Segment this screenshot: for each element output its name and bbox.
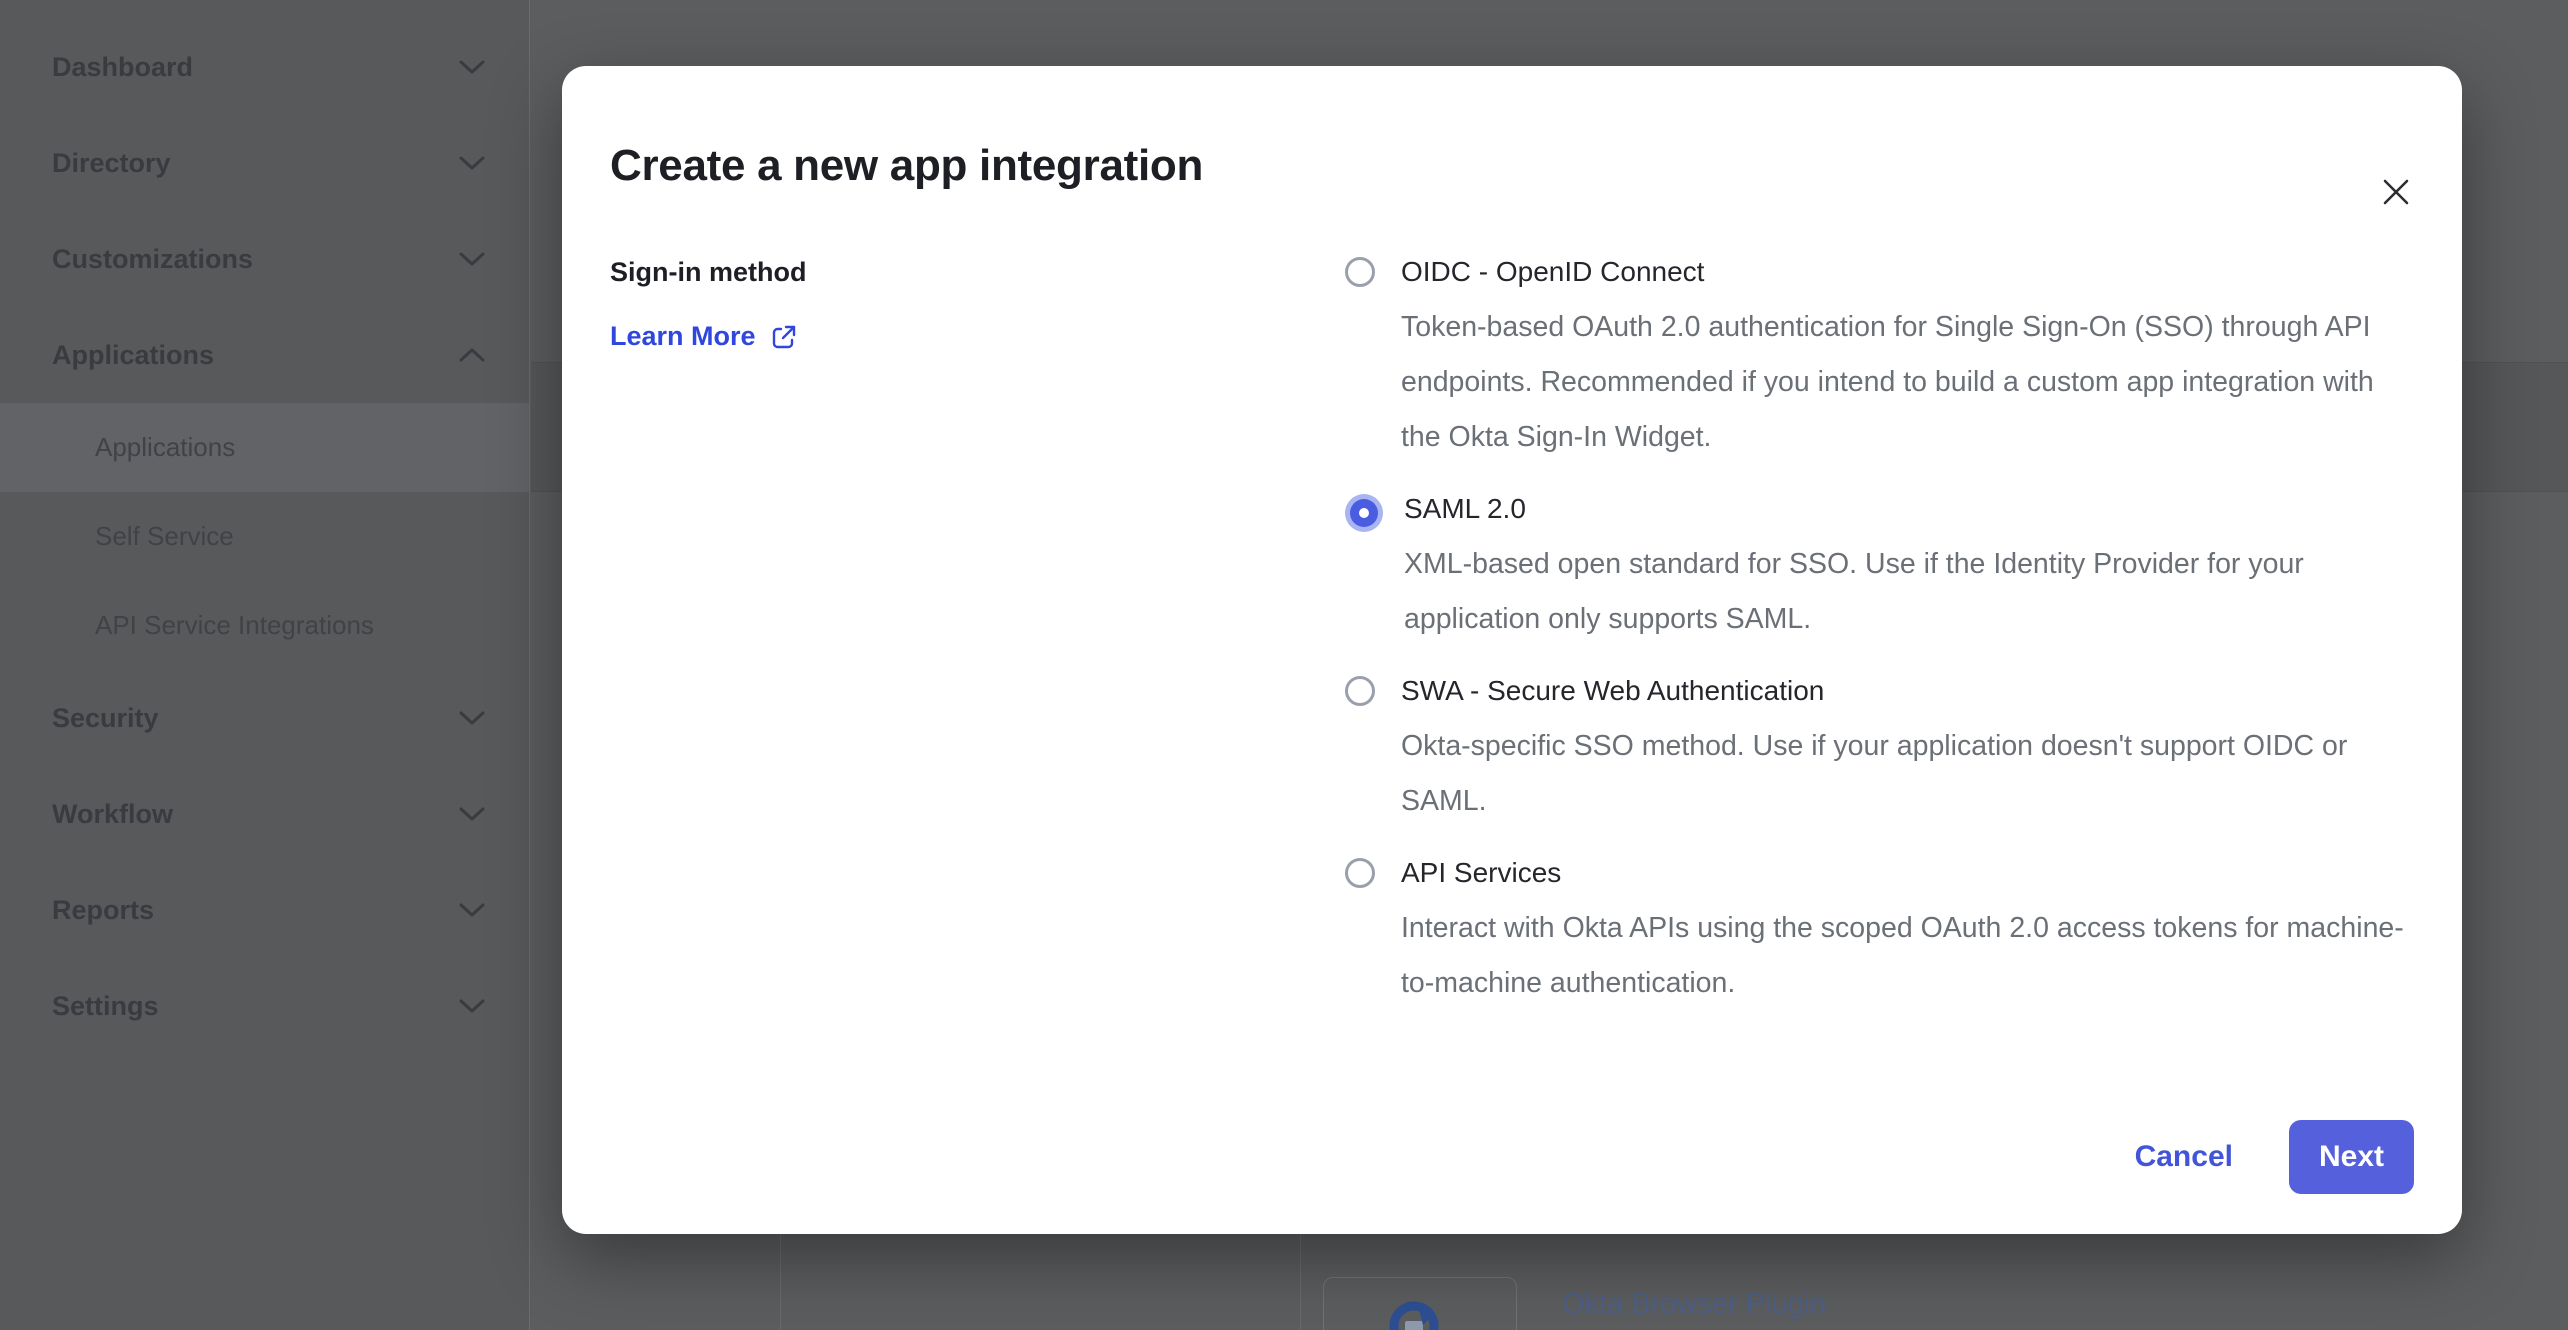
sidebar-subitem-label: Applications <box>95 432 235 463</box>
chevron-down-icon <box>459 251 485 267</box>
option-saml-label: SAML 2.0 <box>1404 493 1526 524</box>
sidebar-item-label: Directory <box>52 148 171 179</box>
dialog-footer: Cancel Next <box>2135 1120 2414 1194</box>
dialog-left-column: Sign-in method Learn More <box>610 254 1345 1011</box>
sidebar: Dashboard Directory Customizations Appli… <box>0 0 530 1330</box>
sidebar-subitem-applications[interactable]: Applications <box>0 403 529 492</box>
sidebar-item-label: Workflow <box>52 799 173 830</box>
sidebar-item-label: Applications <box>52 340 214 371</box>
sign-in-method-label: Sign-in method <box>610 254 1345 290</box>
create-app-integration-dialog: Create a new app integration Sign-in met… <box>562 66 2462 1234</box>
dialog-body: Sign-in method Learn More <box>562 254 2462 1011</box>
sidebar-item-reports[interactable]: Reports <box>0 862 529 958</box>
radio-unselected-icon[interactable] <box>1345 858 1375 888</box>
sidebar-subitem-label: Self Service <box>95 521 234 552</box>
sidebar-subitem-self-service[interactable]: Self Service <box>0 492 529 581</box>
option-saml[interactable]: SAML 2.0 XML-based open standard for SSO… <box>1345 491 2414 647</box>
sidebar-item-label: Reports <box>52 895 154 926</box>
close-icon[interactable] <box>2378 174 2414 210</box>
option-swa[interactable]: SWA - Secure Web Authentication Okta-spe… <box>1345 673 2414 829</box>
option-oidc-label: OIDC - OpenID Connect <box>1401 256 1704 287</box>
sidebar-subitem-label: API Service Integrations <box>95 610 374 641</box>
option-oidc-description: Token-based OAuth 2.0 authentication for… <box>1401 300 2413 465</box>
background-divider <box>780 1234 781 1330</box>
option-oidc[interactable]: OIDC - OpenID Connect Token-based OAuth … <box>1345 254 2414 465</box>
okta-admin-screen: Dashboard Directory Customizations Appli… <box>0 0 2568 1330</box>
option-api-services-label: API Services <box>1401 857 1561 888</box>
sidebar-item-label: Settings <box>52 991 159 1022</box>
chevron-down-icon <box>459 155 485 171</box>
learn-more-link[interactable]: Learn More <box>610 321 798 352</box>
sidebar-item-settings[interactable]: Settings <box>0 958 529 1054</box>
chevron-down-icon <box>459 806 485 822</box>
next-button[interactable]: Next <box>2289 1120 2414 1194</box>
option-swa-label: SWA - Secure Web Authentication <box>1401 675 1824 706</box>
sidebar-item-dashboard[interactable]: Dashboard <box>0 19 529 115</box>
dialog-title: Create a new app integration <box>562 66 2462 192</box>
external-link-icon <box>770 323 798 351</box>
sidebar-subitem-api-service-integrations[interactable]: API Service Integrations <box>0 581 529 670</box>
chevron-down-icon <box>459 998 485 1014</box>
okta-browser-plugin-link[interactable]: Okta Browser Plugin <box>1562 1288 1826 1321</box>
radio-unselected-icon[interactable] <box>1345 257 1375 287</box>
radio-selected-icon[interactable] <box>1350 499 1378 527</box>
option-swa-description: Okta-specific SSO method. Use if your ap… <box>1401 719 2413 829</box>
chevron-down-icon <box>459 59 485 75</box>
sidebar-item-label: Security <box>52 703 159 734</box>
chevron-down-icon <box>459 710 485 726</box>
radio-unselected-icon[interactable] <box>1345 676 1375 706</box>
option-api-services[interactable]: API Services Interact with Okta APIs usi… <box>1345 855 2414 1011</box>
option-api-services-description: Interact with Okta APIs using the scoped… <box>1401 901 2413 1011</box>
sidebar-item-security[interactable]: Security <box>0 670 529 766</box>
sidebar-item-label: Dashboard <box>52 52 193 83</box>
sidebar-item-directory[interactable]: Directory <box>0 115 529 211</box>
sign-in-method-options: OIDC - OpenID Connect Token-based OAuth … <box>1345 254 2414 1011</box>
option-saml-description: XML-based open standard for SSO. Use if … <box>1404 537 2414 647</box>
sidebar-item-applications[interactable]: Applications <box>0 307 529 403</box>
sidebar-item-customizations[interactable]: Customizations <box>0 211 529 307</box>
background-divider <box>1300 1234 1301 1330</box>
sidebar-item-label: Customizations <box>52 244 253 275</box>
okta-browser-plugin-icon <box>1385 1295 1443 1330</box>
chevron-up-icon <box>459 347 485 363</box>
learn-more-label: Learn More <box>610 321 756 352</box>
sidebar-item-workflow[interactable]: Workflow <box>0 766 529 862</box>
chevron-down-icon <box>459 902 485 918</box>
cancel-button[interactable]: Cancel <box>2135 1140 2233 1174</box>
